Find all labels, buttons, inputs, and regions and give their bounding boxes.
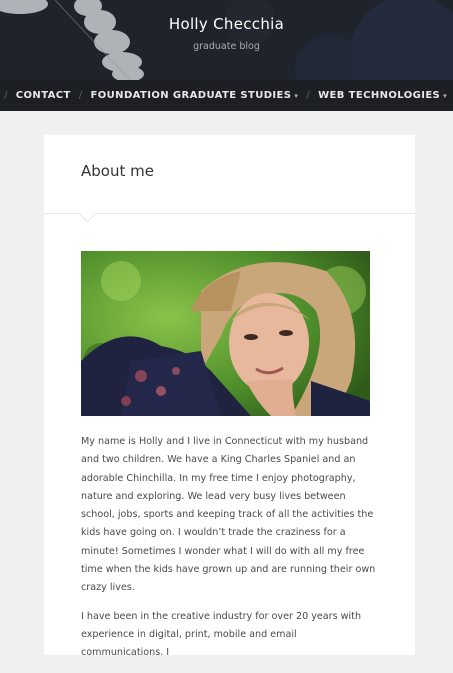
site-tagline: graduate blog — [193, 41, 260, 52]
dropdown-caret-icon: ▾ — [443, 91, 448, 100]
header-notch — [78, 204, 97, 223]
nav-separator: / — [306, 90, 311, 101]
nav-item-label: FOUNDATION GRADUATE STUDIES — [90, 90, 292, 101]
nav-item-foundation-graduate-studies[interactable]: FOUNDATION GRADUATE STUDIES ▾ — [91, 90, 299, 101]
nav-item-label: CONTACT — [15, 90, 71, 101]
nav-item-contact[interactable]: CONTACT — [16, 90, 71, 101]
nav-separator: / — [4, 90, 8, 101]
header-background-image — [0, 0, 453, 80]
main-navigation: / CONTACT / FOUNDATION GRADUATE STUDIES … — [0, 80, 453, 111]
site-title[interactable]: Holly Checchia — [0, 15, 453, 33]
profile-photo — [81, 251, 370, 416]
content-paragraph: My name is Holly and I live in Connectic… — [81, 436, 376, 594]
nav-separator: / — [78, 90, 83, 101]
site-header: Holly Checchia graduate blog — [0, 0, 453, 80]
content-paragraph: I have been in the creative industry for… — [81, 610, 362, 659]
page-content: My name is Holly and I live in Connectic… — [81, 433, 376, 673]
page-title: About me — [81, 162, 154, 180]
dropdown-caret-icon: ▾ — [294, 91, 299, 100]
page-card: About me My name is Holly and I live in … — [44, 135, 415, 658]
page-header: About me — [44, 135, 415, 223]
nav-item-label: WEB TECHNOLOGIES — [318, 90, 441, 101]
nav-item-web-technologies[interactable]: WEB TECHNOLOGIES ▾ — [318, 90, 447, 101]
